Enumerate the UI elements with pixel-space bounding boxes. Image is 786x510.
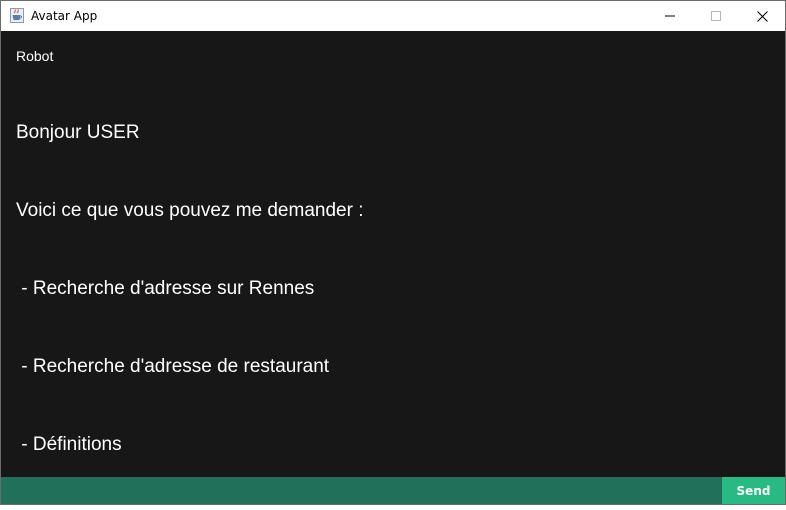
close-icon [756, 10, 768, 22]
message-input[interactable] [1, 477, 722, 504]
message-sender: Robot [16, 48, 54, 64]
send-button[interactable]: Send [722, 477, 785, 504]
message-line: - Recherche d'adresse sur Rennes [16, 278, 315, 299]
message-line: - Définitions [16, 434, 122, 455]
maximize-icon [711, 11, 721, 21]
title-bar[interactable]: Avatar App [1, 1, 785, 31]
java-cup-icon [10, 8, 24, 23]
message-line: Voici ce que vous pouvez me demander : [16, 200, 364, 221]
close-button[interactable] [739, 1, 785, 31]
input-bar: Send [1, 477, 785, 504]
window-title: Avatar App [31, 9, 98, 23]
message-line: - Recherche d'adresse de restaurant [16, 356, 330, 377]
message-body: Bonjour USER Voici ce que vous pouvez me… [16, 68, 363, 510]
minimize-button[interactable] [647, 1, 693, 31]
chat-history[interactable]: Robot Bonjour USER Voici ce que vous pou… [1, 31, 785, 477]
app-window: Avatar App Robot Bonjour USER Voici ce q… [0, 0, 786, 505]
message-line: Bonjour USER [16, 122, 140, 143]
maximize-button[interactable] [693, 1, 739, 31]
minimize-icon [665, 11, 675, 21]
